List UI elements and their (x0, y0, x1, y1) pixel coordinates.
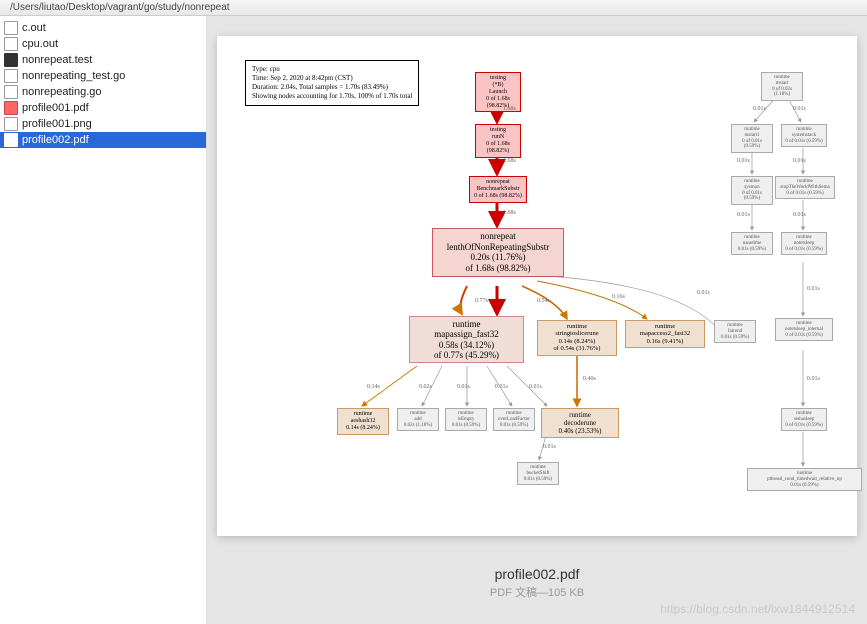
node-isempty: runtime isEmpty 0.01s (0.59%) (445, 408, 487, 431)
preview-content: Type: cpu Time: Sep 2, 2020 at 8:42pm (C… (207, 16, 867, 624)
edge-label: 0.01s (807, 376, 820, 382)
edge-label: 0.01s (793, 212, 806, 218)
file-item-cpuout[interactable]: cpu.out (0, 36, 206, 52)
node-mstart: runtime mstart 0 of 0.02s (1.18%) (761, 72, 803, 101)
node-semasleep: runtime semasleep 0 of 0.01s (0.59%) (781, 408, 827, 431)
node-notetsleep: runtime notetsleep 0 of 0.01s (0.59%) (781, 232, 827, 255)
node-fairend: runtime fairend 0.01s (0.59%) (714, 320, 756, 343)
edge-label: 0.01s (737, 212, 750, 218)
node-testing-runn: testing runN 0 of 1.68s (98.82%) (475, 124, 521, 158)
file-item-pdf2[interactable]: profile002.pdf (0, 132, 206, 148)
node-overload: runtime overLoadFactor 0.01s (0.59%) (493, 408, 535, 431)
exec-icon (4, 53, 18, 67)
node-decoderune: runtime decoderune 0.40s (23.53%) (541, 408, 619, 438)
file-sidebar: c.out cpu.out nonrepeat.test nonrepeatin… (0, 16, 207, 624)
doc-icon (4, 69, 18, 83)
main-area: c.out cpu.out nonrepeat.test nonrepeatin… (0, 16, 867, 624)
edge-label: 0.01s (807, 286, 820, 292)
edge-label: 0.01s (697, 290, 710, 296)
doc-icon (4, 21, 18, 35)
file-label: nonrepeat.test (22, 54, 92, 66)
file-label: profile001.png (22, 118, 92, 130)
profile-graph: testing (*B) Launch 0 of 1.68s (98.82%) … (217, 36, 857, 536)
node-aeshash: runtime aeshash32 0.14s (8.24%) (337, 408, 389, 435)
edge-label: 1.68s (503, 106, 516, 112)
edge-label: 0.01s (457, 384, 470, 390)
edge-label: 0.01s (543, 444, 556, 450)
edge-label: 1.68s (503, 158, 516, 164)
caption-title: profile002.pdf (490, 566, 584, 582)
edge-label: 0.01s (737, 158, 750, 164)
file-label: cpu.out (22, 38, 58, 50)
watermark: https://blog.csdn.net/lxw1844912514 (660, 602, 855, 616)
edge-label: 0.77s (475, 298, 488, 304)
file-item-png[interactable]: profile001.png (0, 116, 206, 132)
file-item-test[interactable]: nonrepeat.test (0, 52, 206, 68)
file-item-cout[interactable]: c.out (0, 20, 206, 36)
file-label: profile002.pdf (22, 134, 89, 146)
file-label: c.out (22, 22, 46, 34)
node-stringtoslice: runtime stringtoslicerune 0.14s (8.24%) … (537, 320, 617, 356)
edge-label: 0.01s (793, 158, 806, 164)
node-bucketshift: runtime bucketShift 0.01s (0.59%) (517, 462, 559, 485)
edge-label: 0.01s (495, 384, 508, 390)
file-label: nonrepeating_test.go (22, 70, 125, 82)
node-sysmon: runtime sysmon 0 of 0.01s (0.59%) (731, 176, 773, 205)
titlebar: /Users/liutao/Desktop/vagrant/go/study/n… (0, 0, 867, 16)
edge-label: 0.01s (529, 384, 542, 390)
doc-icon (4, 37, 18, 51)
node-nanotime: runtime nanotime 0.01s (0.59%) (731, 232, 773, 255)
node-mapaccess2: runtime mapaccess2_fast32 0.16s (9.41%) (625, 320, 705, 348)
node-mapassign: runtime mapassign_fast32 0.58s (34.12%) … (409, 316, 524, 363)
edge-label: 0.02s (419, 384, 432, 390)
node-benchmark: nonrepeat BenchmarkSubstr 0 of 1.68s (98… (469, 176, 527, 203)
app-window: /Users/liutao/Desktop/vagrant/go/study/n… (0, 0, 867, 624)
caption-subtitle: PDF 文稿—105 KB (490, 584, 584, 600)
edge-label: 1.68s (503, 210, 516, 216)
edge-label: 0.01s (793, 106, 806, 112)
node-add: runtime add 0.02s (1.18%) (397, 408, 439, 431)
pdf-icon (4, 133, 18, 147)
node-notetsleep-int: runtime notetsleep_internal 0 of 0.01s (… (775, 318, 833, 341)
file-item-testgo[interactable]: nonrepeating_test.go (0, 68, 206, 84)
doc-icon (4, 85, 18, 99)
file-label: nonrepeating.go (22, 86, 102, 98)
node-nonrepeat-fn: nonrepeat lenthOfNonRepeatingSubstr 0.20… (432, 228, 564, 277)
document-caption: profile002.pdf PDF 文稿—105 KB (490, 566, 584, 600)
node-systemstack: runtime systemstack 0 of 0.01s (0.59%) (781, 124, 827, 147)
edge-label: 0.01s (753, 106, 766, 112)
edge-label: 0.16s (612, 294, 625, 300)
edge-label: 0.40s (583, 376, 596, 382)
edge-label: 0.54s (537, 298, 550, 304)
node-pthread: runtime pthread_cond_timedwait_relative_… (747, 468, 862, 491)
pdf-page[interactable]: Type: cpu Time: Sep 2, 2020 at 8:42pm (C… (217, 36, 857, 536)
file-item-pdf1[interactable]: profile001.pdf (0, 100, 206, 116)
pdf-icon (4, 101, 18, 115)
node-mstart1: runtime mstart1 0 of 0.01s (0.59%) (731, 124, 773, 153)
file-item-go[interactable]: nonrepeating.go (0, 84, 206, 100)
edge-label: 0.14s (367, 384, 380, 390)
png-icon (4, 117, 18, 131)
file-label: profile001.pdf (22, 102, 89, 114)
node-stoptheworld: runtime stopTheWorldWithSema 0 of 0.01s … (775, 176, 835, 199)
